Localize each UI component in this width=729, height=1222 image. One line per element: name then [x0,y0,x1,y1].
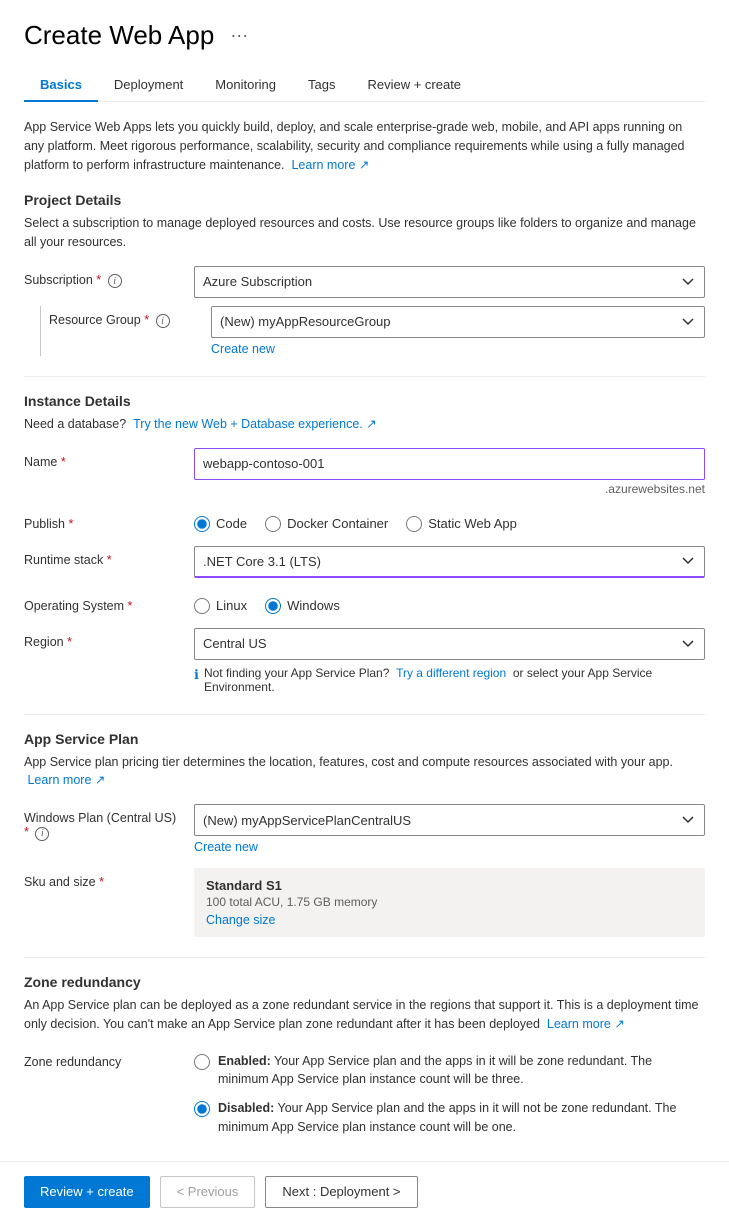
page-description: App Service Web Apps lets you quickly bu… [24,118,705,174]
tab-basics[interactable]: Basics [24,69,98,102]
publish-label: Publish * [24,510,184,531]
previous-button[interactable]: < Previous [160,1176,256,1208]
zone-redundancy-heading: Zone redundancy [24,974,705,990]
publish-static-option[interactable]: Static Web App [406,516,517,532]
app-service-plan-desc: App Service plan pricing tier determines… [24,753,705,791]
app-service-learn-more-link[interactable]: Learn more ↗ [27,773,105,787]
publish-code-option[interactable]: Code [194,516,247,532]
zone-redundancy-desc: An App Service plan can be deployed as a… [24,996,705,1034]
subscription-select[interactable]: Azure Subscription [194,266,705,298]
azure-suffix: .azurewebsites.net [194,482,705,496]
name-label: Name * [24,448,184,469]
bottom-bar: Review + create < Previous Next : Deploy… [0,1161,729,1222]
zone-enabled-radio[interactable] [194,1054,210,1070]
ellipsis-menu-button[interactable]: ··· [224,23,254,48]
os-label: Operating System * [24,592,184,613]
region-different-link[interactable]: Try a different region [396,666,506,680]
windows-plan-label: Windows Plan (Central US) * i [24,804,184,841]
section-divider-2 [24,714,705,715]
publish-radio-group: Code Docker Container Static Web App [194,510,705,532]
publish-docker-radio[interactable] [265,516,281,532]
publish-docker-option[interactable]: Docker Container [265,516,388,532]
region-info: ℹ Not finding your App Service Plan? Try… [194,666,705,694]
zone-redundancy-radio-group: Enabled: Your App Service plan and the a… [194,1048,705,1137]
instance-details-heading: Instance Details [24,393,705,409]
review-create-button[interactable]: Review + create [24,1176,150,1208]
windows-plan-create-new-link[interactable]: Create new [194,840,258,854]
name-input[interactable] [194,448,705,480]
zone-disabled-radio[interactable] [194,1101,210,1117]
sku-name: Standard S1 [206,878,693,893]
zone-enabled-option[interactable]: Enabled: Your App Service plan and the a… [194,1052,705,1090]
project-details-heading: Project Details [24,192,705,208]
zone-enabled-label: Enabled: Your App Service plan and the a… [218,1052,705,1090]
tab-review-create[interactable]: Review + create [351,69,477,102]
resource-group-select[interactable]: (New) myAppResourceGroup [211,306,705,338]
resource-group-label: Resource Group * i [49,306,201,329]
os-radio-group: Linux Windows [194,592,705,614]
region-info-icon: ℹ [194,667,199,683]
windows-plan-select[interactable]: (New) myAppServicePlanCentralUS [194,804,705,836]
instance-details-db-desc: Need a database? Try the new Web + Datab… [24,415,705,434]
zone-disabled-label: Disabled: Your App Service plan and the … [218,1099,705,1137]
publish-code-radio[interactable] [194,516,210,532]
tab-tags[interactable]: Tags [292,69,351,102]
zone-learn-more-link[interactable]: Learn more ↗ [547,1017,625,1031]
subscription-label: Subscription * i [24,266,184,289]
resource-group-create-new-link[interactable]: Create new [211,342,275,356]
subscription-info-icon[interactable]: i [108,274,122,288]
change-size-link[interactable]: Change size [206,913,276,927]
os-linux-radio[interactable] [194,598,210,614]
page-title: Create Web App [24,20,214,51]
os-linux-option[interactable]: Linux [194,598,247,614]
sku-box: Standard S1 100 total ACU, 1.75 GB memor… [194,868,705,937]
runtime-label: Runtime stack * [24,546,184,567]
os-windows-radio[interactable] [265,598,281,614]
section-divider-1 [24,376,705,377]
next-button[interactable]: Next : Deployment > [265,1176,417,1208]
tab-bar: Basics Deployment Monitoring Tags Review… [24,69,705,102]
sku-label: Sku and size * [24,868,184,889]
tab-monitoring[interactable]: Monitoring [199,69,292,102]
zone-disabled-option[interactable]: Disabled: Your App Service plan and the … [194,1099,705,1137]
publish-static-radio[interactable] [406,516,422,532]
windows-plan-info-icon[interactable]: i [35,827,49,841]
resource-group-info-icon[interactable]: i [156,314,170,328]
project-details-description: Select a subscription to manage deployed… [24,214,705,252]
app-service-plan-heading: App Service Plan [24,731,705,747]
region-select[interactable]: Central US [194,628,705,660]
section-divider-3 [24,957,705,958]
tab-deployment[interactable]: Deployment [98,69,199,102]
instance-db-link[interactable]: Try the new Web + Database experience. ↗ [133,417,377,431]
os-windows-option[interactable]: Windows [265,598,340,614]
runtime-stack-select[interactable]: .NET Core 3.1 (LTS) [194,546,705,578]
sku-detail: 100 total ACU, 1.75 GB memory [206,895,693,909]
region-label: Region * [24,628,184,649]
description-learn-more-link[interactable]: Learn more ↗ [291,158,369,172]
zone-redundancy-label: Zone redundancy [24,1048,184,1069]
